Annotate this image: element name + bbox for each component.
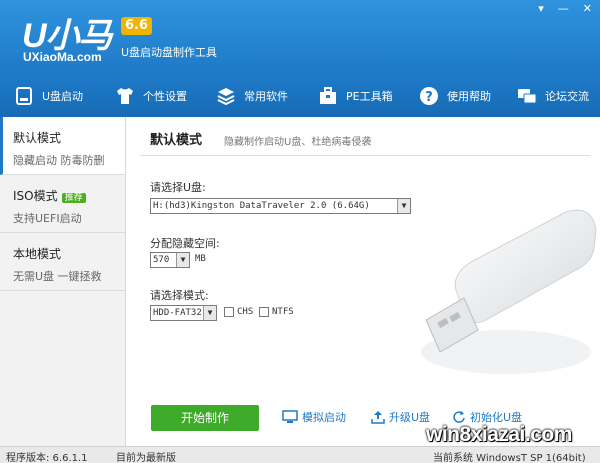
tool-label: U盘启动 (42, 90, 84, 103)
app-subtitle: U盘启动盘制作工具 (121, 46, 218, 59)
usb-drive-icon (16, 87, 32, 105)
space-label: 分配隐藏空间: (150, 237, 220, 250)
space-unit: MB (195, 254, 206, 264)
mode-sidebar: 默认模式 隐藏启动 防毒防删 ISO模式 推荐 支持UEFI启动 本地模式 无需U… (0, 117, 126, 446)
page-title: 默认模式 (150, 133, 203, 148)
checkbox-label: NTFS (272, 307, 294, 317)
tool-label: PE工具箱 (346, 90, 393, 103)
simulate-boot-button[interactable]: 模拟启动 (282, 409, 346, 425)
mode-select-value: HDD-FAT32 (153, 308, 202, 318)
drive-select[interactable]: H:(hd3)Kingston DataTraveler 2.0 (6.64G)… (150, 198, 411, 214)
watermark: win8xiazai.com (426, 423, 572, 446)
sidebar-item-label: ISO模式 (13, 189, 58, 203)
tool-label: 常用软件 (244, 90, 288, 103)
main-panel: 默认模式 隐藏制作启动U盘、杜绝病毒侵袭 请选择U盘: H:(hd3)Kings… (126, 117, 600, 446)
window-controls: ▾ — ✕ (538, 2, 592, 15)
monitor-icon (282, 410, 298, 423)
shirt-icon (117, 88, 133, 104)
tool-label: 个性设置 (143, 90, 187, 103)
toolbox-icon (320, 87, 336, 104)
app-header: U小马 6.6 UXiaoMa.com U盘启动盘制作工具 ▾ — ✕ (0, 0, 600, 75)
sidebar-item-iso-mode[interactable]: ISO模式 推荐 支持UEFI启动 (0, 175, 125, 233)
page-description: 隐藏制作启动U盘、杜绝病毒侵袭 (224, 137, 372, 148)
space-select[interactable]: 570 ▼ (150, 252, 190, 268)
space-select-value: 570 (153, 255, 170, 265)
sidebar-item-local-mode[interactable]: 本地模式 无需U盘 一键拯救 (0, 233, 125, 291)
sidebar-item-title: 默认模式 (13, 131, 62, 145)
upgrade-usb-label: 升级U盘 (389, 411, 431, 424)
sidebar-item-default-mode[interactable]: 默认模式 隐藏启动 防毒防删 (0, 117, 125, 175)
tool-pe-toolbox[interactable]: PE工具箱 (304, 75, 405, 117)
minimize-icon[interactable]: — (558, 2, 569, 15)
usb-drive-illustration (421, 209, 597, 374)
menu-icon[interactable]: ▾ (538, 2, 544, 15)
chevron-down-icon: ▼ (203, 306, 216, 320)
help-icon: ? (420, 87, 438, 105)
chevron-down-icon: ▼ (397, 199, 410, 213)
sidebar-item-subtitle: 无需U盘 一键拯救 (13, 270, 102, 283)
drive-label: 请选择U盘: (150, 181, 206, 194)
recommend-badge: 推荐 (61, 193, 86, 203)
checkbox-box (224, 307, 234, 317)
close-icon[interactable]: ✕ (583, 2, 592, 15)
sidebar-item-subtitle: 隐藏启动 防毒防删 (13, 154, 105, 167)
tool-label: 论坛交流 (545, 90, 589, 103)
main-toolbar: U盘启动 个性设置 常用软件 PE工具箱 ? 使用帮助 论坛交流 (0, 75, 600, 117)
svg-text:?: ? (425, 90, 433, 105)
tool-personalize[interactable]: 个性设置 (101, 75, 202, 117)
tool-usb-boot[interactable]: U盘启动 (0, 75, 101, 117)
upload-icon (371, 411, 385, 424)
system-text: 当前系统 WindowsT SP 1(64bit) (433, 453, 586, 463)
upgrade-usb-button[interactable]: 升级U盘 (371, 409, 430, 425)
drive-select-value: H:(hd3)Kingston DataTraveler 2.0 (6.64G) (153, 201, 370, 211)
sidebar-item-subtitle: 支持UEFI启动 (13, 212, 82, 225)
checkbox-label: CHS (237, 307, 254, 317)
tool-forum[interactable]: 论坛交流 (503, 75, 600, 117)
checkbox-box (259, 307, 269, 317)
version-text: 程序版本: 6.6.1.1 (6, 453, 88, 463)
chs-checkbox[interactable]: CHS (224, 307, 253, 317)
tool-label: 使用帮助 (447, 90, 491, 103)
tool-common-software[interactable]: 常用软件 (202, 75, 304, 117)
refresh-icon (453, 411, 465, 423)
tool-help[interactable]: ? 使用帮助 (405, 75, 503, 117)
divider (140, 155, 590, 156)
sidebar-item-title: ISO模式 推荐 (13, 187, 125, 204)
mode-select[interactable]: HDD-FAT32 ▼ (150, 305, 217, 321)
status-bar: 程序版本: 6.6.1.1 目前为最新版 当前系统 WindowsT SP 1(… (0, 446, 600, 463)
layers-icon (217, 88, 235, 106)
simulate-boot-label: 模拟启动 (302, 411, 346, 424)
sidebar-item-title: 本地模式 (13, 247, 62, 261)
version-badge: 6.6 (121, 17, 153, 35)
start-button[interactable]: 开始制作 (151, 405, 259, 431)
chat-icon (518, 89, 537, 104)
ntfs-checkbox[interactable]: NTFS (259, 307, 294, 317)
latest-text: 目前为最新版 (116, 453, 176, 463)
chevron-down-icon: ▼ (176, 253, 189, 267)
mode-label: 请选择模式: (150, 289, 209, 302)
logo-url: UXiaoMa.com (23, 50, 102, 64)
